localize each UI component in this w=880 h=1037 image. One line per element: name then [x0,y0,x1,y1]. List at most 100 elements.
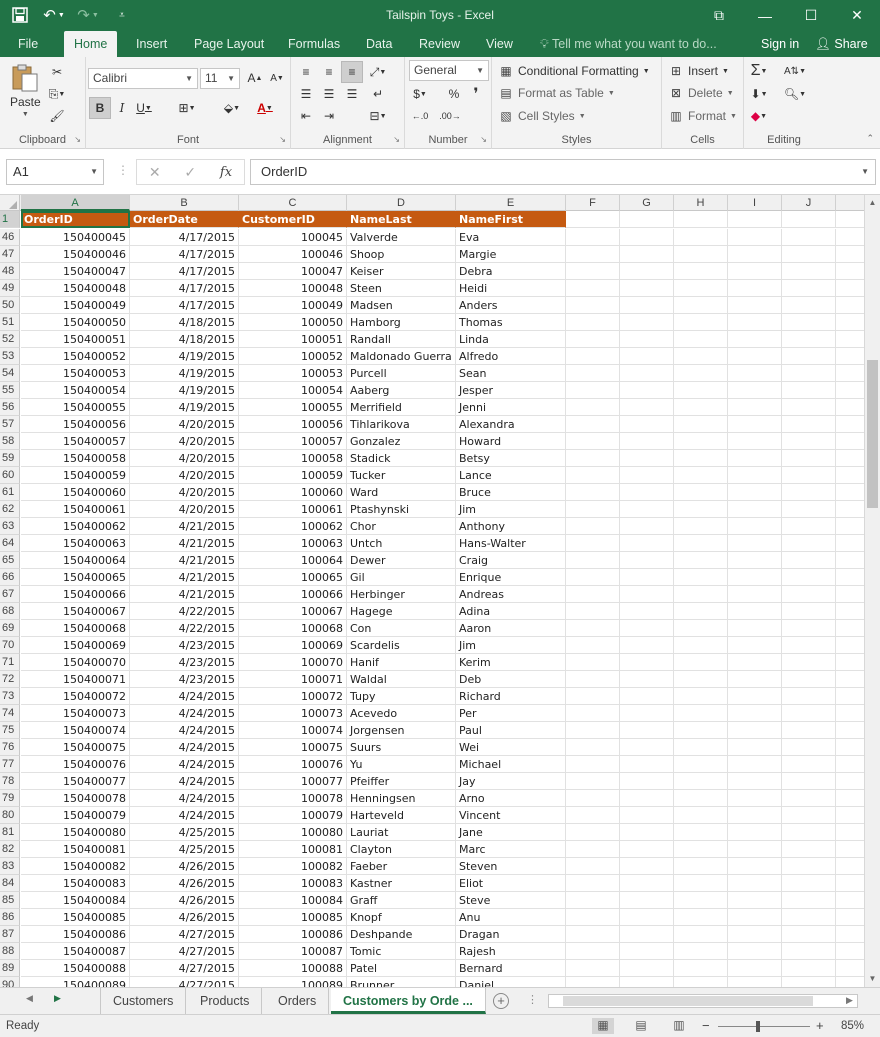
percent-icon[interactable]: % [443,83,465,105]
empty-cell[interactable] [728,552,782,569]
decrease-indent-icon[interactable]: ⇤ [295,105,317,127]
row-header[interactable]: 78 [0,773,20,790]
empty-cell[interactable] [782,756,836,773]
empty-cell[interactable] [782,501,836,518]
cell-orderdate[interactable]: 4/26/2015 [130,858,239,875]
empty-cell[interactable] [728,892,782,909]
cell-orderid[interactable]: 150400082 [21,858,130,875]
empty-cell[interactable] [566,637,620,654]
cell-namefirst[interactable]: Craig [456,552,566,569]
increase-font-icon[interactable]: A ▲ [244,67,266,89]
empty-cell[interactable] [674,892,728,909]
row-header[interactable]: 64 [0,535,20,552]
name-box[interactable]: A1 ▼ [6,159,104,185]
cell-customerid[interactable]: 100048 [239,280,347,297]
empty-cell[interactable] [566,433,620,450]
cell-orderdate[interactable]: 4/27/2015 [130,926,239,943]
cell-namelast[interactable]: Yu [347,756,456,773]
cell-customerid[interactable]: 100054 [239,382,347,399]
cell-namelast[interactable]: Brunner [347,977,456,987]
empty-cell[interactable] [674,773,728,790]
empty-cell[interactable] [782,314,836,331]
cell-orderdate[interactable]: 4/23/2015 [130,671,239,688]
cell-namefirst[interactable]: Thomas [456,314,566,331]
empty-cell[interactable] [782,739,836,756]
empty-cell[interactable] [566,722,620,739]
cell-orderid[interactable]: 150400087 [21,943,130,960]
cell-customerid[interactable]: 100070 [239,654,347,671]
cell-orderid[interactable]: 150400055 [21,399,130,416]
cell-customerid[interactable]: 100065 [239,569,347,586]
column-header-e[interactable]: E [456,195,566,211]
cell-orderdate[interactable]: 4/27/2015 [130,977,239,987]
fill-icon[interactable]: ⬇ ▼ [748,83,770,105]
tab-page-layout[interactable]: Page Layout [184,31,274,57]
empty-cell[interactable] [782,586,836,603]
empty-cell[interactable] [674,211,728,228]
empty-cell[interactable] [782,297,836,314]
empty-cell[interactable] [674,484,728,501]
empty-cell[interactable] [728,841,782,858]
cell-customerid[interactable]: 100075 [239,739,347,756]
header-cell-orderdate[interactable]: OrderDate [130,211,239,228]
empty-cell[interactable] [728,280,782,297]
empty-cell[interactable] [674,246,728,263]
empty-cell[interactable] [620,297,674,314]
cell-customerid[interactable]: 100052 [239,348,347,365]
normal-view-icon[interactable]: ▦ [592,1018,614,1034]
sheet-tab-customers-by-orders[interactable]: Customers by Orde ... [331,988,486,1014]
cell-orderdate[interactable]: 4/20/2015 [130,416,239,433]
cell-customerid[interactable]: 100072 [239,688,347,705]
empty-cell[interactable] [728,365,782,382]
cell-namelast[interactable]: Valverde [347,229,456,246]
cut-icon[interactable]: ✂ [46,61,68,83]
cell-orderid[interactable]: 150400081 [21,841,130,858]
row-header[interactable]: 88 [0,943,20,960]
empty-cell[interactable] [836,824,864,841]
empty-cell[interactable] [674,620,728,637]
empty-cell[interactable] [728,211,782,228]
worksheet-grid[interactable]: A B C D E F G H I J 1 OrderID OrderDate … [0,195,864,987]
cell-orderdate[interactable]: 4/25/2015 [130,841,239,858]
cell-namefirst[interactable]: Anders [456,297,566,314]
cell-namelast[interactable]: Clayton [347,841,456,858]
cell-orderdate[interactable]: 4/19/2015 [130,348,239,365]
empty-cell[interactable] [782,943,836,960]
empty-cell[interactable] [728,654,782,671]
cell-orderid[interactable]: 150400051 [21,331,130,348]
fill-color-icon[interactable]: ⬙ ▼ [221,97,243,119]
empty-cell[interactable] [566,654,620,671]
cell-customerid[interactable]: 100083 [239,875,347,892]
insert-function-icon[interactable]: fx [220,165,232,180]
cell-customerid[interactable]: 100060 [239,484,347,501]
cell-namefirst[interactable]: Hans-Walter [456,535,566,552]
row-header[interactable]: 46 [0,229,20,246]
empty-cell[interactable] [620,756,674,773]
autosum-icon[interactable]: Σ ▼ [748,60,770,82]
empty-cell[interactable] [782,450,836,467]
empty-cell[interactable] [620,926,674,943]
cell-orderid[interactable]: 150400054 [21,382,130,399]
empty-cell[interactable] [566,977,620,987]
cell-customerid[interactable]: 100056 [239,416,347,433]
cell-namefirst[interactable]: Anthony [456,518,566,535]
row-header[interactable]: 73 [0,688,20,705]
scroll-right-icon[interactable]: ▶ [846,995,853,1006]
empty-cell[interactable] [728,960,782,977]
empty-cell[interactable] [566,229,620,246]
header-cell-namefirst[interactable]: NameFirst [456,211,566,228]
cell-namelast[interactable]: Lauriat [347,824,456,841]
empty-cell[interactable] [782,807,836,824]
cell-namelast[interactable]: Graff [347,892,456,909]
empty-cell[interactable] [836,722,864,739]
empty-cell[interactable] [836,518,864,535]
cell-customerid[interactable]: 100074 [239,722,347,739]
empty-cell[interactable] [836,977,864,987]
cell-orderid[interactable]: 150400056 [21,416,130,433]
empty-cell[interactable] [566,263,620,280]
empty-cell[interactable] [674,399,728,416]
empty-cell[interactable] [674,756,728,773]
empty-cell[interactable] [620,841,674,858]
cell-namelast[interactable]: Keiser [347,263,456,280]
empty-cell[interactable] [674,807,728,824]
